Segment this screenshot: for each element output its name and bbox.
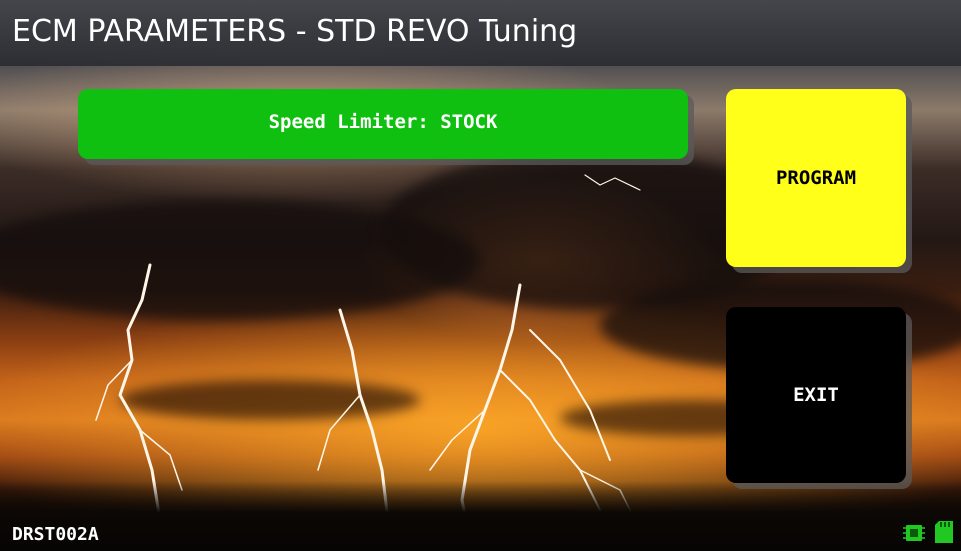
speed-limiter-button[interactable]: Speed Limiter: STOCK (78, 89, 688, 159)
program-label: PROGRAM (775, 167, 857, 189)
ecm-parameters-screen: ECM PARAMETERS - STD REVO Tuning Speed L… (0, 0, 961, 551)
exit-label: EXIT (793, 384, 839, 406)
title-bar: ECM PARAMETERS - STD REVO Tuning (0, 0, 961, 66)
status-icons (903, 521, 953, 547)
device-id: DRST002A (12, 524, 99, 545)
page-title: ECM PARAMETERS - STD REVO Tuning (12, 14, 578, 49)
program-button[interactable]: PROGRAM (726, 89, 906, 267)
exit-button[interactable]: EXIT (726, 307, 906, 483)
chip-icon (903, 523, 925, 547)
sd-card-icon (935, 521, 953, 547)
status-bar: DRST002A (0, 519, 961, 551)
speed-limiter-label: Speed Limiter: STOCK (268, 111, 498, 133)
